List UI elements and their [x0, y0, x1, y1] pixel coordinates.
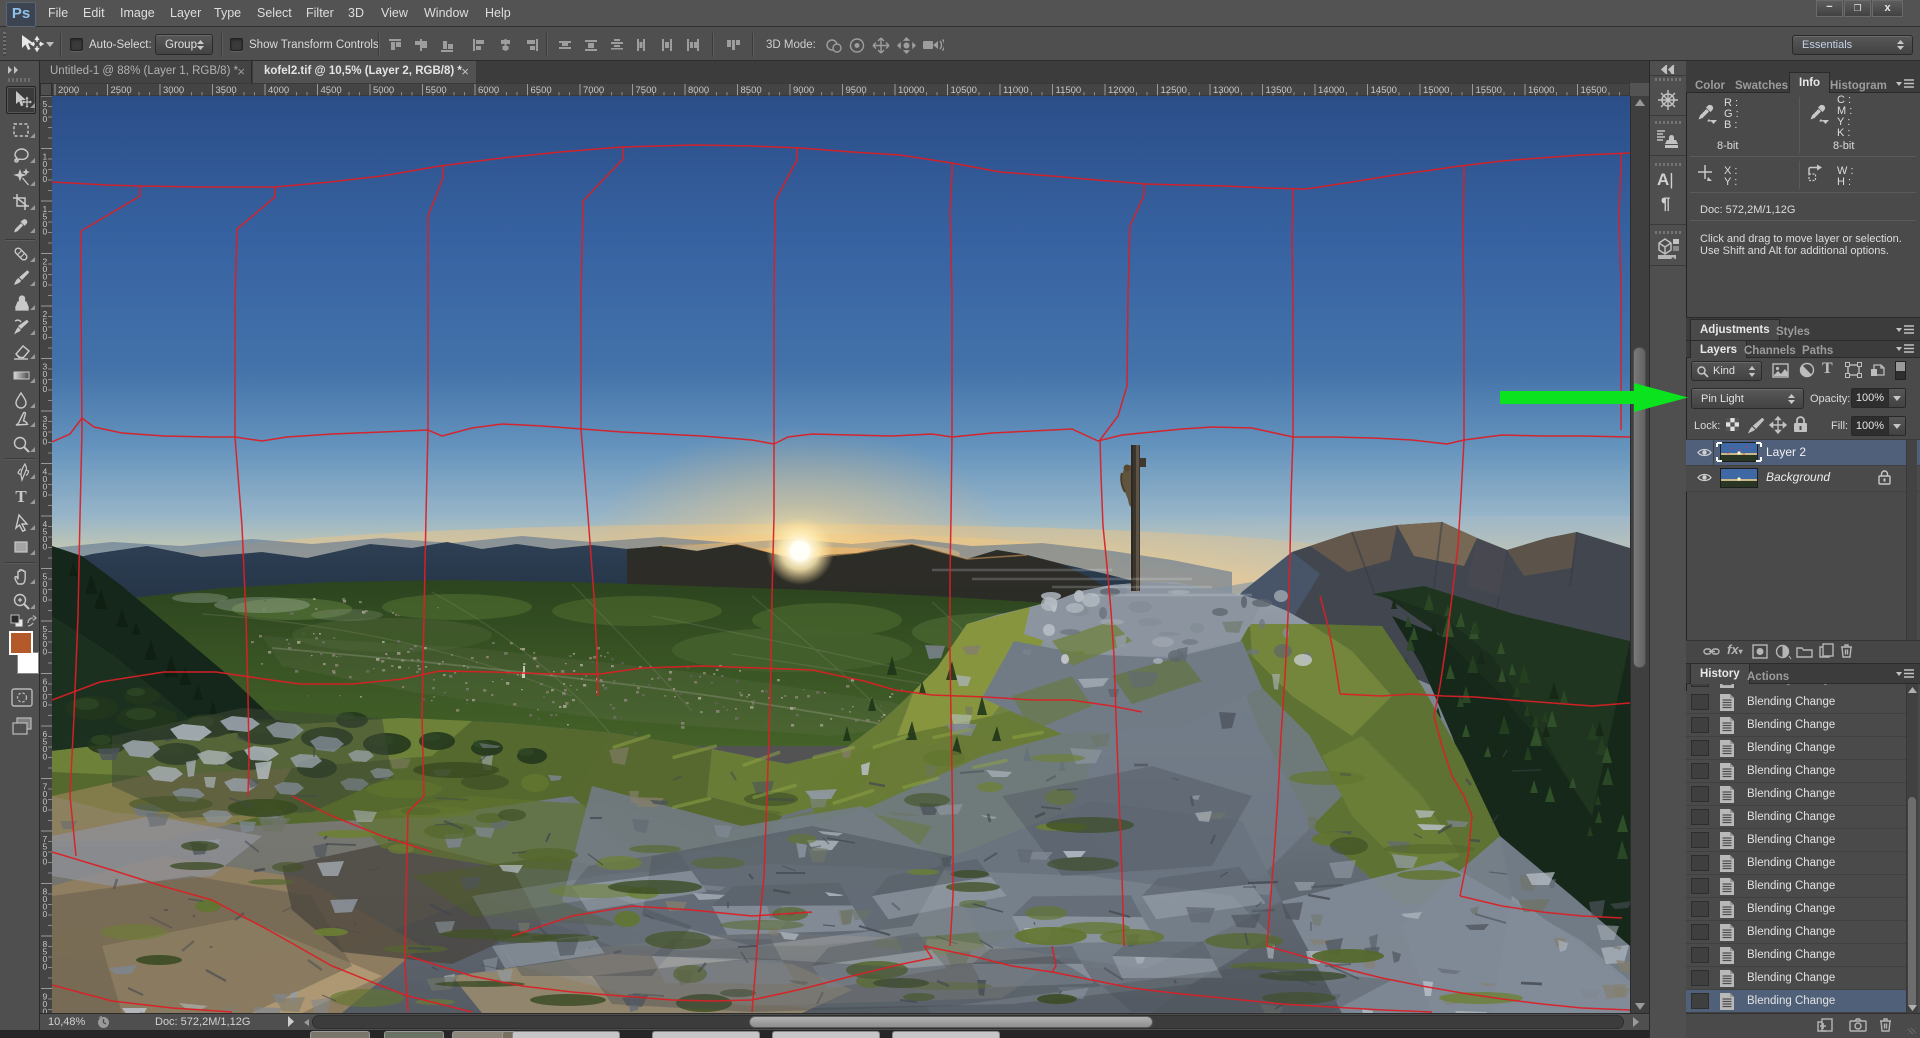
svg-text:4000: 4000 [268, 85, 289, 96]
svg-text:7000: 7000 [583, 85, 604, 96]
svg-text:6500: 6500 [531, 85, 552, 96]
svg-text:0: 0 [43, 699, 48, 709]
svg-text:5000: 5000 [373, 85, 394, 96]
svg-text:0: 0 [43, 647, 48, 657]
svg-text:8000: 8000 [688, 85, 709, 96]
svg-text:15000: 15000 [1423, 85, 1449, 96]
svg-text:5500: 5500 [426, 85, 447, 96]
svg-text:0: 0 [43, 804, 48, 814]
svg-text:0: 0 [43, 909, 48, 919]
svg-text:4500: 4500 [321, 85, 342, 96]
svg-text:15500: 15500 [1476, 85, 1502, 96]
svg-text:0: 0 [43, 174, 48, 184]
svg-text:16500: 16500 [1581, 85, 1607, 96]
svg-text:12500: 12500 [1161, 85, 1187, 96]
svg-text:3500: 3500 [216, 85, 237, 96]
svg-text:0: 0 [43, 962, 48, 972]
svg-text:11000: 11000 [1003, 85, 1029, 96]
svg-text:0: 0 [43, 594, 48, 604]
svg-text:10500: 10500 [951, 85, 977, 96]
svg-text:0: 0 [43, 857, 48, 867]
svg-text:0: 0 [43, 384, 48, 394]
svg-text:0: 0 [43, 542, 48, 552]
svg-text:0: 0 [43, 114, 48, 124]
svg-text:0: 0 [43, 752, 48, 762]
svg-text:16000: 16000 [1528, 85, 1554, 96]
svg-text:0: 0 [43, 437, 48, 447]
svg-text:0: 0 [43, 279, 48, 289]
svg-text:T: T [15, 487, 27, 506]
svg-text:11500: 11500 [1056, 85, 1082, 96]
svg-text:3000: 3000 [163, 85, 184, 96]
svg-text:0: 0 [43, 332, 48, 342]
svg-text:12000: 12000 [1108, 85, 1134, 96]
svg-text:0: 0 [43, 489, 48, 499]
svg-text:2500: 2500 [111, 85, 132, 96]
svg-text:0: 0 [43, 227, 48, 237]
svg-text:14000: 14000 [1318, 85, 1344, 96]
svg-text:7500: 7500 [636, 85, 657, 96]
svg-text:9000: 9000 [793, 85, 814, 96]
svg-text:6000: 6000 [478, 85, 499, 96]
svg-text:13000: 13000 [1213, 85, 1239, 96]
svg-text:2000: 2000 [58, 85, 79, 96]
svg-text:14500: 14500 [1371, 85, 1397, 96]
svg-text:8500: 8500 [741, 85, 762, 96]
svg-text:9500: 9500 [846, 85, 867, 96]
svg-text:13500: 13500 [1266, 85, 1292, 96]
svg-text:10000: 10000 [898, 85, 924, 96]
